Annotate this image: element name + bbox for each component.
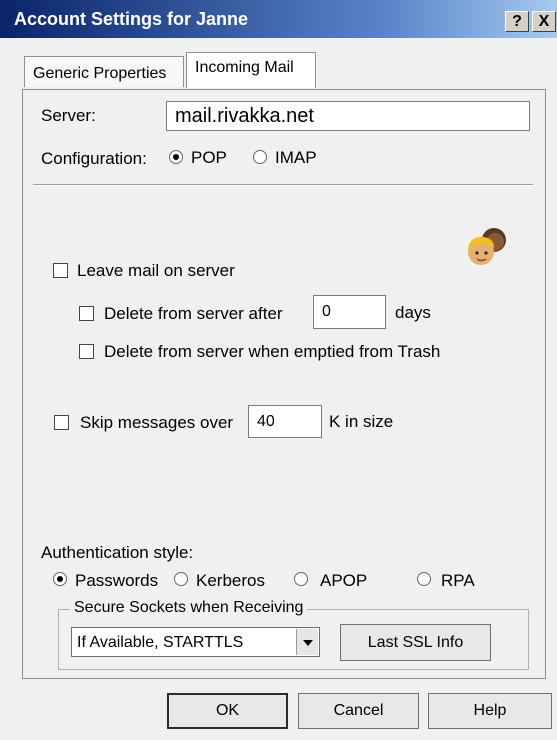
- server-input[interactable]: mail.rivakka.net: [166, 101, 530, 131]
- close-title-button[interactable]: X: [532, 11, 556, 32]
- divider: [33, 184, 533, 186]
- ok-button[interactable]: OK: [167, 693, 288, 729]
- people-icon: [468, 228, 506, 265]
- delete-after-label[interactable]: Delete from server after: [104, 304, 283, 324]
- kerberos-label[interactable]: Kerberos: [196, 571, 265, 591]
- help-title-button[interactable]: ?: [505, 11, 529, 32]
- days-label: days: [395, 303, 431, 322]
- server-label: Server:: [41, 106, 96, 125]
- window-title: Account Settings for Janne: [14, 9, 249, 29]
- help-button[interactable]: Help: [428, 693, 552, 729]
- pop-label[interactable]: POP: [191, 148, 227, 168]
- ssl-select[interactable]: If Available, STARTTLS: [71, 627, 320, 657]
- delete-after-days-input[interactable]: 0: [313, 295, 386, 329]
- cancel-button[interactable]: Cancel: [298, 693, 419, 729]
- tab-incoming-mail[interactable]: Incoming Mail: [186, 52, 316, 88]
- skip-messages-label[interactable]: Skip messages over: [80, 413, 233, 433]
- skip-size-unit: K in size: [329, 412, 394, 431]
- rpa-label[interactable]: RPA: [441, 571, 475, 591]
- chevron-down-icon[interactable]: [296, 629, 318, 655]
- delete-after-checkbox[interactable]: [79, 306, 94, 321]
- delete-trash-label[interactable]: Delete from server when emptied from Tra…: [104, 342, 440, 362]
- apop-label[interactable]: APOP: [320, 571, 367, 591]
- leave-mail-checkbox[interactable]: [53, 263, 68, 278]
- skip-messages-checkbox[interactable]: [54, 415, 69, 430]
- imap-label[interactable]: IMAP: [275, 148, 317, 168]
- apop-radio[interactable]: [294, 572, 308, 586]
- last-ssl-info-button[interactable]: Last SSL Info: [340, 624, 491, 661]
- delete-trash-checkbox[interactable]: [79, 344, 94, 359]
- imap-radio[interactable]: [253, 150, 267, 164]
- tab-generic-properties[interactable]: Generic Properties: [24, 56, 184, 87]
- kerberos-radio[interactable]: [174, 572, 188, 586]
- rpa-radio[interactable]: [417, 572, 431, 586]
- skip-size-input[interactable]: 40: [248, 405, 322, 438]
- ssl-group-label: Secure Sockets when Receiving: [70, 599, 308, 617]
- title-bar[interactable]: Account Settings for Janne ? X: [0, 0, 557, 38]
- pop-radio[interactable]: [169, 150, 183, 164]
- ssl-selected-value: If Available, STARTTLS: [77, 634, 244, 651]
- passwords-label[interactable]: Passwords: [75, 571, 158, 591]
- account-settings-dialog: Account Settings for Janne ? X Generic P…: [0, 0, 557, 740]
- incoming-mail-panel: Server: mail.rivakka.net Configuration: …: [22, 89, 546, 679]
- leave-mail-label[interactable]: Leave mail on server: [77, 261, 235, 281]
- configuration-label: Configuration:: [41, 149, 147, 168]
- passwords-radio[interactable]: [53, 572, 67, 586]
- authentication-label: Authentication style:: [41, 543, 194, 562]
